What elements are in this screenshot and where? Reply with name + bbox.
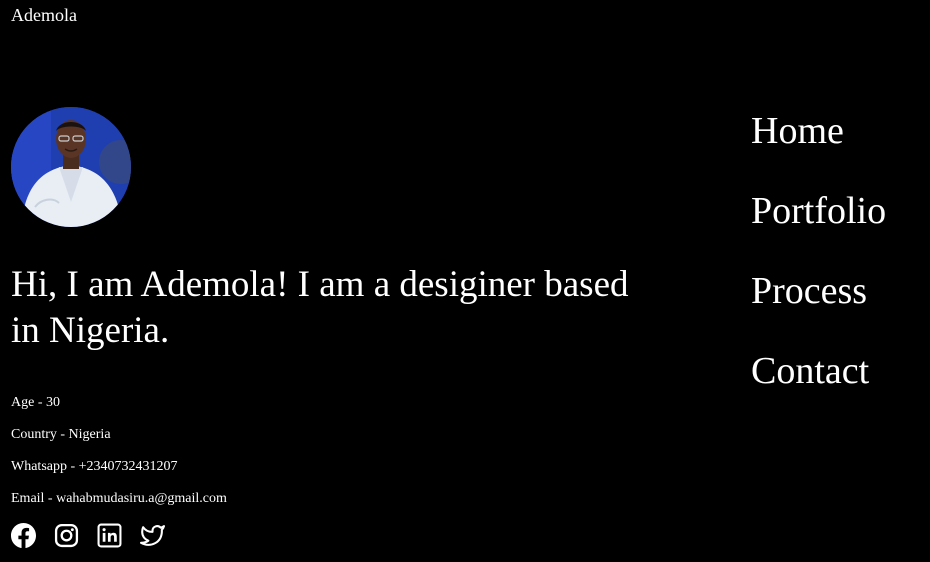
detail-country: Country - Nigeria bbox=[11, 427, 111, 442]
instagram-icon bbox=[54, 523, 79, 548]
hero-headline: Hi, I am Ademola! I am a desiginer based… bbox=[11, 264, 629, 351]
detail-age: Age - 30 bbox=[11, 395, 60, 410]
main-nav: Home Portfolio Process Contact bbox=[751, 108, 886, 428]
social-links bbox=[11, 523, 165, 548]
nav-item-contact[interactable]: Contact bbox=[751, 350, 869, 392]
contact-details: Age - 30 Country - Nigeria Whatsapp - +2… bbox=[11, 394, 227, 522]
linkedin-icon bbox=[97, 523, 122, 548]
twitter-icon bbox=[140, 525, 165, 546]
detail-email: Email - wahabmudasiru.a@gmail.com bbox=[11, 491, 227, 506]
facebook-icon bbox=[11, 523, 36, 548]
nav-item-process[interactable]: Process bbox=[751, 270, 867, 312]
brand-name[interactable]: Ademola bbox=[11, 4, 77, 26]
nav-item-home[interactable]: Home bbox=[751, 110, 844, 152]
detail-whatsapp: Whatsapp - +2340732431207 bbox=[11, 459, 178, 474]
profile-avatar bbox=[11, 107, 131, 227]
nav-item-portfolio[interactable]: Portfolio bbox=[751, 190, 886, 232]
linkedin-link[interactable] bbox=[97, 523, 122, 548]
instagram-link[interactable] bbox=[54, 523, 79, 548]
profile-photo-image bbox=[11, 107, 131, 227]
facebook-link[interactable] bbox=[11, 523, 36, 548]
twitter-link[interactable] bbox=[140, 523, 165, 548]
